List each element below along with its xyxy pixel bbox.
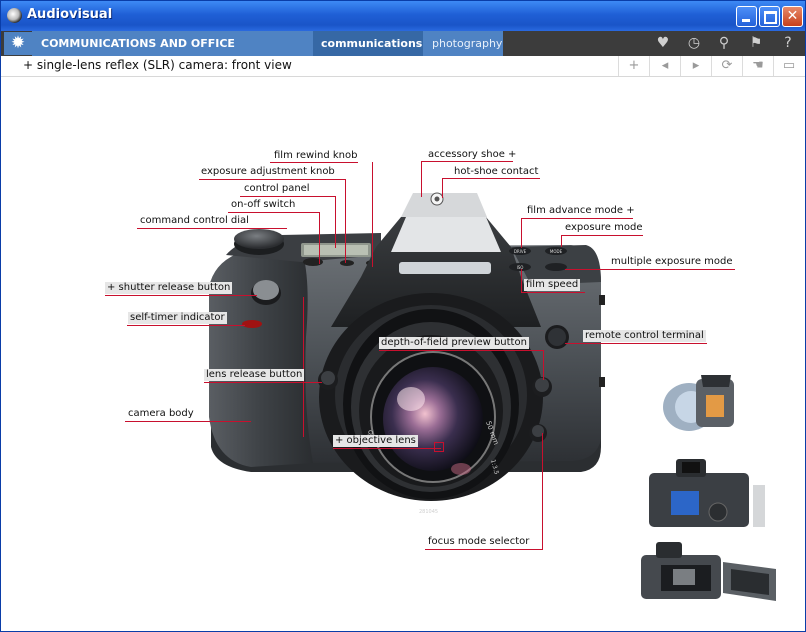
history-clock-icon[interactable]: ◷ xyxy=(685,34,703,52)
leader-accessory-shoe xyxy=(421,161,513,162)
label-command-control-dial[interactable]: command control dial xyxy=(140,215,249,227)
iso-button-label: ISO xyxy=(517,265,524,270)
label-multiple-exposure-mode[interactable]: multiple exposure mode xyxy=(611,256,733,268)
hand-pointer-icon[interactable]: ☚ xyxy=(742,56,773,76)
subject-toolbar: + single-lens reflex (SLR) camera: front… xyxy=(1,56,805,77)
forward-arrow-icon[interactable]: ▸ xyxy=(680,56,711,76)
label-hot-shoe-contact[interactable]: hot-shoe contact xyxy=(454,166,538,178)
label-lens-release-button[interactable]: lens release button xyxy=(204,369,305,381)
leader-body-edge xyxy=(303,297,304,437)
minimize-button[interactable] xyxy=(736,6,757,27)
leader-exposure-adj xyxy=(199,179,345,180)
navigation-bar: ✹ COMMUNICATIONS AND OFFICE AUTOMATION c… xyxy=(1,31,805,75)
leader-film-advance xyxy=(521,218,633,219)
window-title: Audiovisual xyxy=(27,7,113,22)
label-film-advance-mode[interactable]: film advance mode + xyxy=(527,205,635,217)
print-icon[interactable]: ▭ xyxy=(773,56,804,76)
label-control-panel[interactable]: control panel xyxy=(244,183,310,195)
label-on-off-switch[interactable]: on-off switch xyxy=(231,199,295,211)
label-self-timer-indicator[interactable]: self-timer indicator xyxy=(128,312,227,324)
back-arrow-icon[interactable]: ◂ xyxy=(649,56,680,76)
leader-camera-body xyxy=(125,421,251,422)
leader-exposure-adj-v xyxy=(345,179,346,263)
camera-illustration: DRIVE MODE ISO 50 mm 1:3.5 281045 AUTO xyxy=(209,192,776,601)
flag-icon[interactable]: ⚑ xyxy=(747,34,765,52)
tab-communications[interactable]: communications xyxy=(313,31,423,56)
leader-lens-release xyxy=(204,382,322,383)
breadcrumb-section[interactable]: COMMUNICATIONS AND OFFICE AUTOMATION xyxy=(32,31,313,75)
leader-depth-of-field-v xyxy=(543,350,544,380)
subject-title: + single-lens reflex (SLR) camera: front… xyxy=(23,58,292,72)
leader-command-dial xyxy=(137,228,287,229)
leader-film-rewind-v xyxy=(372,162,373,267)
objective-lens-marker[interactable] xyxy=(434,442,444,452)
leader-control-panel xyxy=(240,196,335,197)
drive-button-label: DRIVE xyxy=(514,249,527,254)
back-view-thumbnail[interactable] xyxy=(649,459,765,527)
sun-logo-icon: ✹ xyxy=(10,33,26,53)
illustration-stage: DRIVE MODE ISO 50 mm 1:3.5 281045 AUTO xyxy=(1,77,805,631)
label-remote-control-terminal[interactable]: remote control terminal xyxy=(583,330,706,342)
leader-film-speed xyxy=(521,292,585,293)
help-icon[interactable]: ? xyxy=(779,34,797,52)
leader-film-rewind xyxy=(270,162,358,163)
tab-photography[interactable]: photography xyxy=(423,31,503,56)
leader-exposure-mode xyxy=(561,235,643,236)
leader-remote-terminal xyxy=(565,343,707,344)
leader-film-speed-v xyxy=(521,269,522,293)
app-icon xyxy=(7,8,22,23)
leader-hot-shoe-v xyxy=(442,178,443,198)
add-icon[interactable]: + xyxy=(618,56,649,76)
leader-focus-mode-v xyxy=(542,433,543,550)
application-window: Audiovisual ✕ ✹ COMMUNICATIONS AND OFFIC… xyxy=(0,0,806,632)
label-accessory-shoe[interactable]: accessory shoe + xyxy=(428,149,516,161)
leader-self-timer xyxy=(127,325,245,326)
label-shutter-release-button[interactable]: + shutter release button xyxy=(105,282,233,294)
label-exposure-adjustment-knob[interactable]: exposure adjustment knob xyxy=(201,166,335,178)
label-focus-mode-selector[interactable]: focus mode selector xyxy=(428,536,529,548)
label-film-rewind-knob[interactable]: film rewind knob xyxy=(274,150,357,162)
leader-depth-of-field xyxy=(379,350,543,351)
leader-control-panel-v xyxy=(335,196,336,248)
leader-exposure-mode-v xyxy=(561,235,562,247)
mode-button-label: MODE xyxy=(550,249,563,254)
leader-focus-mode xyxy=(425,549,543,550)
maximize-button[interactable] xyxy=(759,6,780,27)
label-depth-of-field-preview-button[interactable]: depth-of-field preview button xyxy=(379,337,529,349)
favorite-heart-icon[interactable]: ♥ xyxy=(654,34,672,52)
title-bar: Audiovisual ✕ xyxy=(1,1,805,31)
close-button[interactable]: ✕ xyxy=(782,6,803,27)
open-back-thumbnail[interactable] xyxy=(641,542,776,601)
search-icon[interactable]: ⚲ xyxy=(715,34,733,52)
leader-on-off xyxy=(228,212,319,213)
cutaway-thumbnail[interactable] xyxy=(663,373,744,435)
leader-accessory-shoe-v xyxy=(421,161,422,197)
label-objective-lens[interactable]: + objective lens xyxy=(333,435,418,447)
home-logo-button[interactable]: ✹ xyxy=(4,32,32,55)
leader-multiple-exposure xyxy=(565,269,735,270)
leader-on-off-v xyxy=(319,212,320,264)
leader-film-advance-v xyxy=(521,218,522,248)
label-film-speed[interactable]: film speed xyxy=(524,279,581,291)
label-exposure-mode[interactable]: exposure mode xyxy=(565,222,643,234)
refresh-icon[interactable]: ⟳ xyxy=(711,56,742,76)
leader-hot-shoe xyxy=(442,178,540,179)
leader-shutter-release xyxy=(105,295,257,296)
label-camera-body[interactable]: camera body xyxy=(128,408,194,420)
close-icon: ✕ xyxy=(786,8,799,24)
lens-serial-label: 281045 xyxy=(419,509,438,515)
leader-objective-lens xyxy=(333,448,441,449)
